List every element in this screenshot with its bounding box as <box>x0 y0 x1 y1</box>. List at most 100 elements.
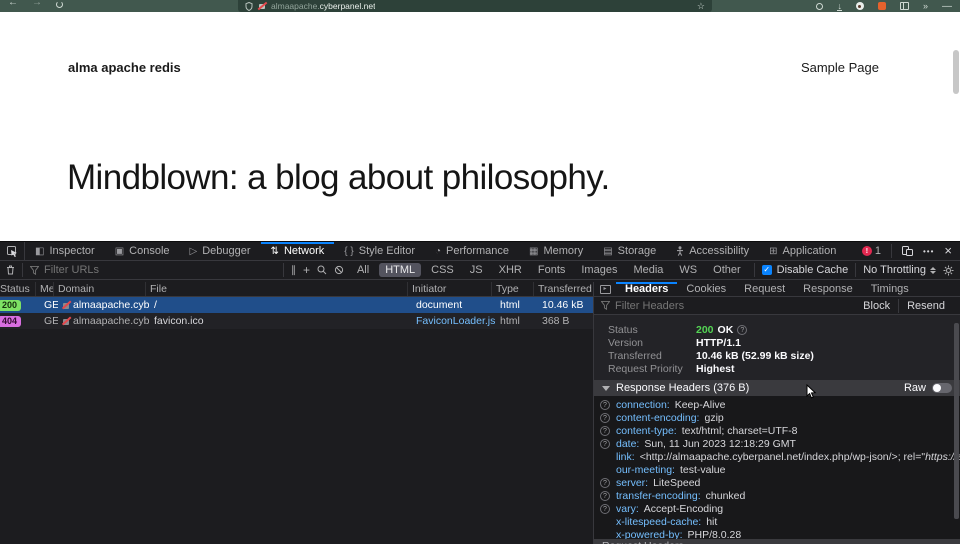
devtools-tabbar: ◧Inspector ▣Console ▷Debugger ⇅Network {… <box>0 242 960 261</box>
block-icon[interactable] <box>334 265 344 275</box>
status-text: OK <box>718 324 734 336</box>
block-button[interactable]: Block <box>855 300 898 312</box>
filter-fonts[interactable]: Fonts <box>532 263 572 277</box>
filter-xhr[interactable]: XHR <box>493 263 528 277</box>
filter-media[interactable]: Media <box>627 263 669 277</box>
filter-html[interactable]: HTML <box>379 263 421 277</box>
devtools-tab-style-editor[interactable]: { }Style Editor <box>334 242 425 260</box>
filter-ws[interactable]: WS <box>673 263 703 277</box>
devtools-close-icon[interactable]: × <box>944 246 952 256</box>
response-headers-section[interactable]: Response Headers (376 B) Raw <box>594 380 960 396</box>
header-row: ?server:LiteSpeed <box>594 476 960 489</box>
funnel-icon <box>30 266 39 275</box>
shield-icon[interactable] <box>245 2 253 11</box>
request-summary: Status 200OK? Version HTTP/1.1 Transferr… <box>594 315 960 380</box>
details-tab-request[interactable]: Request <box>735 282 794 296</box>
split-pane-toggle[interactable]: ▸ <box>594 282 616 296</box>
clear-requests-icon[interactable] <box>6 265 15 275</box>
details-tab-timings[interactable]: Timings <box>862 282 918 296</box>
sidebar-toggle-icon[interactable] <box>900 2 909 10</box>
network-split: Status Method Domain File Initiator Type… <box>0 282 960 544</box>
resend-button[interactable]: Resend <box>899 300 953 312</box>
filter-css[interactable]: CSS <box>425 263 460 277</box>
header-name: x-powered-by: <box>616 529 683 540</box>
devtools-tab-memory[interactable]: ▦Memory <box>519 242 593 260</box>
site-title[interactable]: alma apache redis <box>68 60 181 75</box>
network-settings-gear-icon[interactable] <box>943 265 954 276</box>
header-value: <http://almaapache.cyberpanel.net/index.… <box>640 451 925 463</box>
disable-cache-checkbox[interactable]: ✓ Disable Cache <box>762 264 849 276</box>
nav-link-sample-page[interactable]: Sample Page <box>801 60 879 75</box>
request-list: Status Method Domain File Initiator Type… <box>0 282 594 544</box>
devtools-tab-accessibility[interactable]: Accessibility <box>666 242 759 260</box>
filter-all[interactable]: All <box>351 263 375 277</box>
col-transferred[interactable]: Transferred <box>534 282 593 296</box>
help-icon[interactable]: ? <box>600 478 610 488</box>
filter-headers-placeholder[interactable]: Filter Headers <box>615 300 684 312</box>
devtools-tab-console[interactable]: ▣Console <box>105 242 180 260</box>
pause-icon[interactable]: ∥ <box>291 265 296 276</box>
account-icon[interactable] <box>816 3 823 10</box>
help-icon[interactable]: ? <box>600 504 610 514</box>
header-row: x-powered-by:PHP/8.0.28 <box>594 528 960 539</box>
devtools-tab-performance[interactable]: ◔Performance <box>425 242 519 260</box>
help-icon[interactable]: ? <box>600 439 610 449</box>
overflow-chevrons-icon[interactable]: » <box>923 1 928 11</box>
bookmark-star-icon[interactable]: ☆ <box>697 1 705 12</box>
element-picker-button[interactable] <box>0 242 24 260</box>
checkbox-checked-icon: ✓ <box>762 265 772 275</box>
devtools-tab-application[interactable]: ⊞Application <box>759 242 846 260</box>
header-name: our-meeting: <box>616 464 675 476</box>
initiator-cell[interactable]: FaviconLoader.jsm… <box>412 313 496 329</box>
header-value: hit <box>706 516 717 528</box>
details-tab-response[interactable]: Response <box>794 282 862 296</box>
devtools-tab-debugger[interactable]: ▷Debugger <box>180 242 261 260</box>
help-icon[interactable]: ? <box>600 426 610 436</box>
filter-images[interactable]: Images <box>575 263 623 277</box>
devtools-menu-icon[interactable]: ••• <box>923 247 934 256</box>
col-domain[interactable]: Domain <box>54 282 146 296</box>
details-tab-cookies[interactable]: Cookies <box>677 282 735 296</box>
filter-other[interactable]: Other <box>707 263 747 277</box>
minimize-icon[interactable]: — <box>942 1 952 12</box>
raw-toggle[interactable] <box>932 383 952 393</box>
forward-icon[interactable]: → <box>32 0 42 8</box>
devtools-tab-network[interactable]: ⇅Network <box>261 242 335 260</box>
request-row-favicon[interactable]: 404 GE almaapache.cyb… favicon.ico Favic… <box>0 313 593 329</box>
reload-icon[interactable] <box>56 1 63 8</box>
col-type[interactable]: Type <box>492 282 534 296</box>
error-badge[interactable]: !1 <box>862 245 881 257</box>
transferred-label: Transferred <box>608 350 696 362</box>
url-subdomain: almaapache. <box>271 1 320 11</box>
status-badge: 200 <box>0 300 21 311</box>
downloads-icon[interactable]: ↓ <box>837 2 842 11</box>
help-icon[interactable]: ? <box>737 325 747 335</box>
throttling-dropdown[interactable]: No Throttling <box>863 264 936 276</box>
responsive-mode-icon[interactable] <box>902 246 913 256</box>
devtools-tab-storage[interactable]: ▤Storage <box>593 242 666 260</box>
extension-icon-2[interactable] <box>878 2 886 10</box>
devtools-tab-inspector[interactable]: ◧Inspector <box>25 242 105 260</box>
request-row-document[interactable]: 200 GE almaapache.cyb… / document html 1… <box>0 297 593 313</box>
details-tab-headers[interactable]: Headers <box>616 282 677 296</box>
help-icon[interactable]: ? <box>600 400 610 410</box>
help-icon[interactable]: ? <box>600 413 610 423</box>
search-icon[interactable] <box>317 265 327 275</box>
extension-icon-1[interactable] <box>856 2 864 10</box>
filter-urls-input[interactable]: Filter URLs <box>30 264 276 276</box>
details-scrollbar[interactable] <box>954 323 959 519</box>
request-headers-section-partial[interactable]: Request Headers <box>594 539 960 544</box>
insecure-lock-icon[interactable] <box>258 2 266 10</box>
new-request-icon[interactable]: + <box>303 263 310 277</box>
col-file[interactable]: File <box>146 282 408 296</box>
header-value: chunked <box>706 490 746 502</box>
col-initiator[interactable]: Initiator <box>408 282 492 296</box>
url-bar[interactable]: almaapache.cyberpanel.net ☆ <box>238 0 712 12</box>
col-method[interactable]: Method <box>36 282 54 296</box>
url-text[interactable]: almaapache.cyberpanel.net <box>271 1 375 11</box>
back-icon[interactable]: ← <box>8 0 18 8</box>
col-status[interactable]: Status <box>0 282 36 296</box>
filter-js[interactable]: JS <box>464 263 489 277</box>
page-scrollbar[interactable] <box>953 50 959 94</box>
help-icon[interactable]: ? <box>600 491 610 501</box>
